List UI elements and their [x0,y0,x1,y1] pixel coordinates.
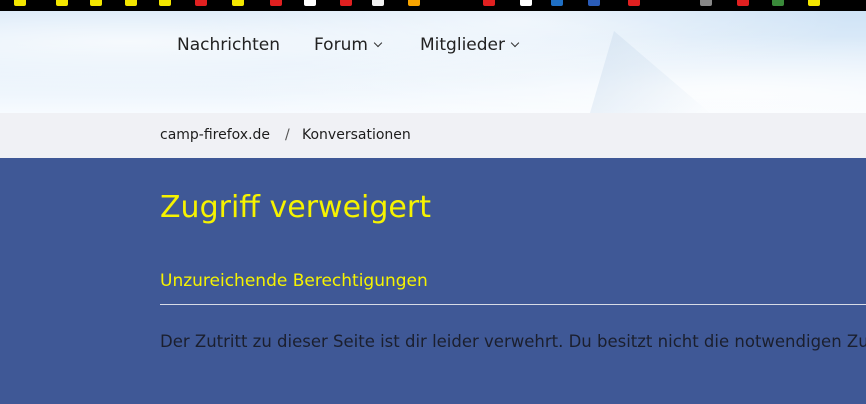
bookmark-yellow-icon[interactable] [90,0,102,6]
bookmark-yellow-icon[interactable] [808,0,820,6]
nav-item-forum[interactable]: Forum [314,35,383,55]
divider [160,304,866,305]
breadcrumb-separator: / [285,127,290,143]
bookmark-red-icon[interactable] [737,0,749,6]
bookmark-blue-icon[interactable] [551,0,563,6]
nav-item-label: Mitglieder [420,35,505,55]
bookmark-red-icon[interactable] [270,0,282,6]
bookmark-yellow-icon[interactable] [125,0,137,6]
bookmark-red-icon[interactable] [483,0,495,6]
bookmark-red-icon[interactable] [628,0,640,6]
bookmark-blue-icon[interactable] [588,0,600,6]
bookmark-orange-icon[interactable] [408,0,420,6]
breadcrumb-item-konversationen[interactable]: Konversationen [302,127,411,143]
breadcrumb: camp-firefox.de / Konversationen [0,113,866,158]
bookmark-yellow-icon[interactable] [159,0,171,6]
bookmark-yellow-icon[interactable] [56,0,68,6]
bookmarks-bar [0,0,866,11]
nav-item-nachrichten[interactable]: Nachrichten [177,35,280,55]
bookmark-white-icon[interactable] [304,0,316,6]
chevron-down-icon [510,38,520,48]
nav-item-label: Forum [314,35,368,55]
bookmark-yellow-icon[interactable] [232,0,244,6]
block-header: Unzureichende Berechtigungen [160,271,428,291]
nav-item-mitglieder[interactable]: Mitglieder [420,35,520,55]
bookmark-green-icon[interactable] [772,0,784,6]
bookmark-gray-icon[interactable] [700,0,712,6]
bookmark-yellow-icon[interactable] [14,0,26,6]
bookmark-red-icon[interactable] [340,0,352,6]
error-message: Der Zutritt zu dieser Seite ist dir leid… [160,332,866,351]
breadcrumb-item-home[interactable]: camp-firefox.de [160,127,270,143]
bookmark-white-icon[interactable] [520,0,532,6]
main-navigation: Nachrichten Forum Mitglieder [0,11,866,113]
page-title: Zugriff verweigert [160,190,431,225]
bookmark-white-icon[interactable] [372,0,384,6]
nav-item-label: Nachrichten [177,35,280,55]
bookmark-red-icon[interactable] [195,0,207,6]
chevron-down-icon [373,38,383,48]
site-header: Nachrichten Forum Mitglieder [0,11,866,113]
